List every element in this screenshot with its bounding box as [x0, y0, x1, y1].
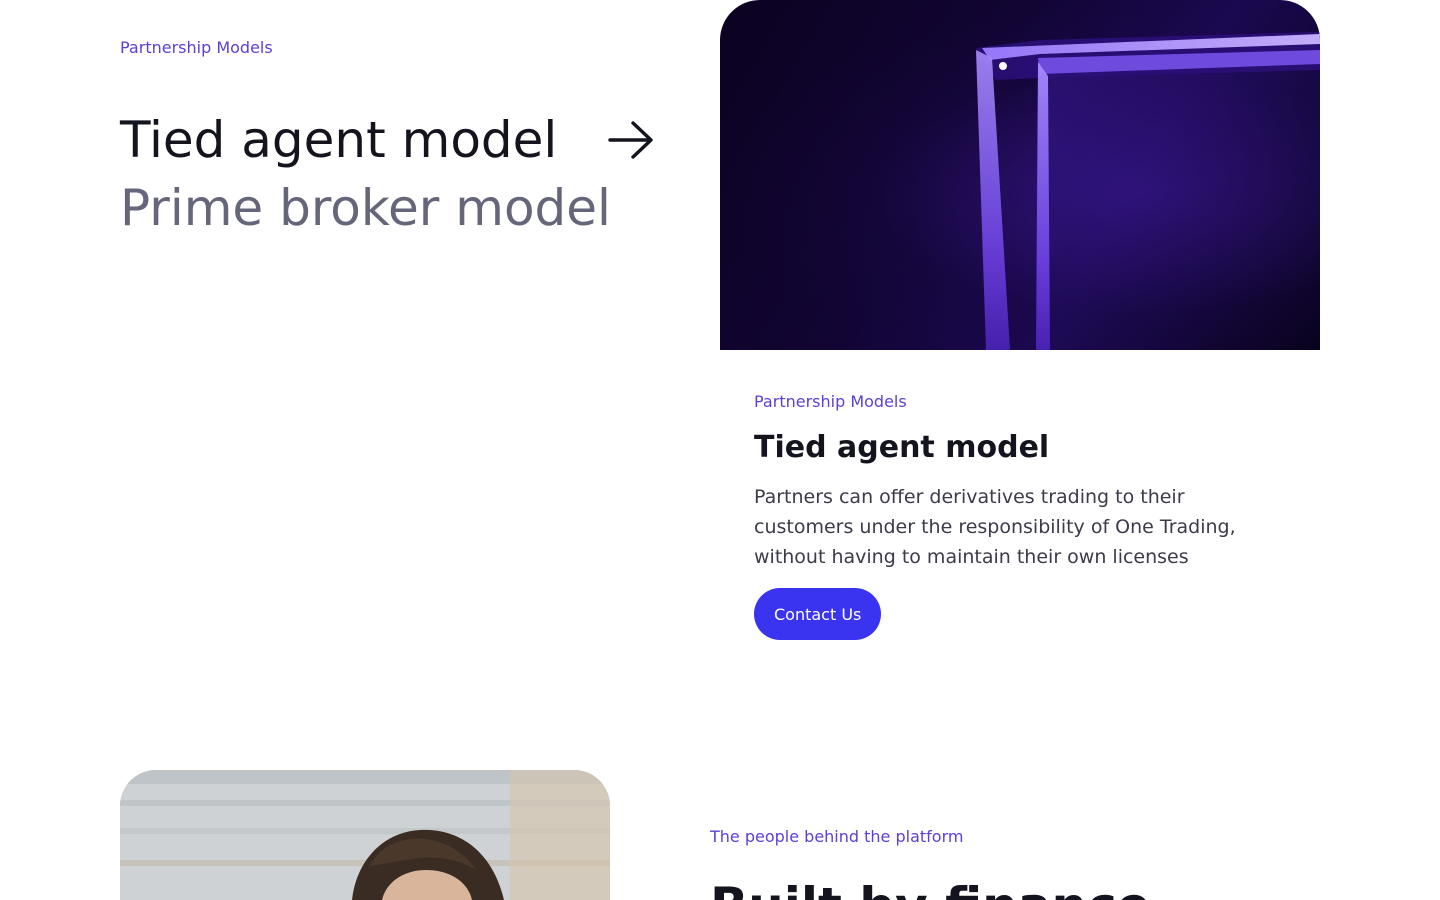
card-eyebrow: Partnership Models — [754, 392, 907, 411]
arrow-right-icon — [608, 120, 654, 160]
people-eyebrow: The people behind the platform — [710, 827, 964, 846]
model-item-label: Prime broker model — [120, 179, 611, 237]
model-item-tied-agent[interactable]: Tied agent model — [120, 106, 660, 174]
card-title: Tied agent model — [754, 430, 1050, 465]
hero-image — [720, 0, 1320, 350]
contact-us-button[interactable]: Contact Us — [754, 588, 882, 640]
partnership-eyebrow: Partnership Models — [120, 38, 273, 57]
model-card: Partnership Models Tied agent model Part… — [754, 394, 1294, 640]
model-item-label: Tied agent model — [120, 111, 558, 169]
page: Partnership Models Tied agent model Prim… — [0, 0, 1440, 900]
card-description: Partners can offer derivatives trading t… — [754, 486, 1236, 568]
section-title: Built by finance — [710, 876, 1151, 900]
person-photo — [120, 770, 610, 900]
model-item-prime-broker[interactable]: Prime broker model — [120, 174, 660, 242]
model-list: Tied agent model Prime broker model — [120, 106, 660, 242]
